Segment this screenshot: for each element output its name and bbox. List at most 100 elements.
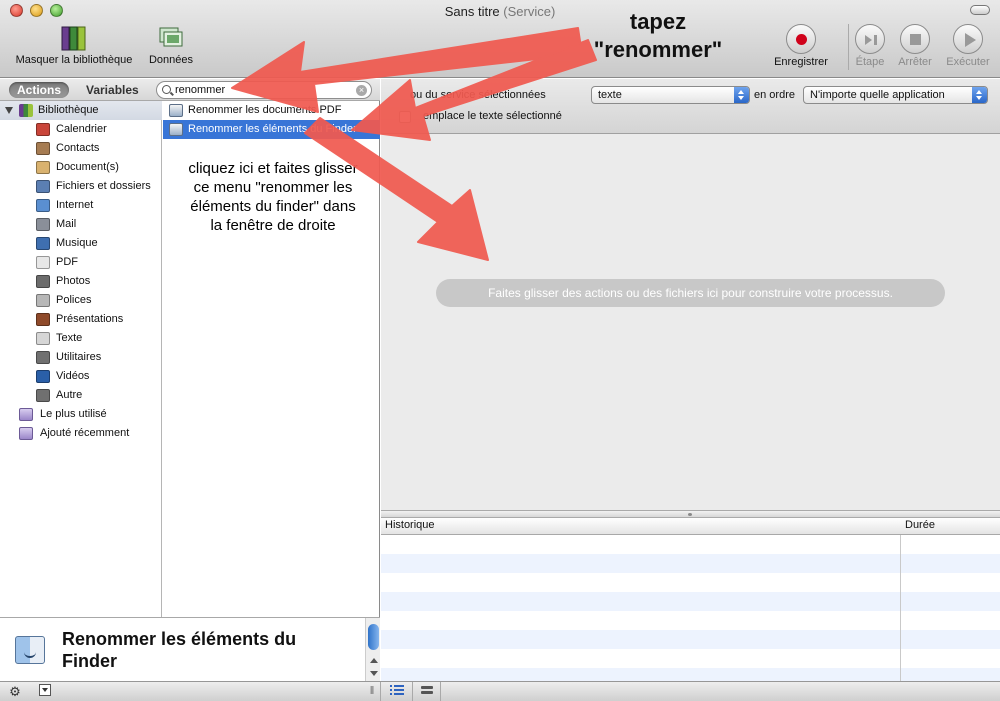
workflow-view-icon[interactable] — [418, 684, 436, 699]
split-view-divider[interactable] — [381, 510, 1000, 518]
popup-arrows-icon — [734, 87, 749, 103]
library-item[interactable]: Mail — [0, 215, 162, 234]
library-item[interactable]: Internet — [0, 196, 162, 215]
action-description: Renommer les éléments du Finder — [0, 617, 380, 682]
type-instruction-annotation: tapez "renommer" — [573, 8, 743, 64]
action-item-rename-pdf[interactable]: Renommer les documents PDF — [163, 101, 380, 120]
stop-button[interactable]: Arrêter — [894, 24, 936, 68]
library-item[interactable]: PDF — [0, 253, 162, 272]
library-item[interactable]: Vidéos — [0, 367, 162, 386]
fonts-icon — [36, 294, 50, 307]
type-instruction-line2: "renommer" — [593, 37, 723, 62]
library-item-label: Document(s) — [56, 161, 119, 173]
contacts-icon — [36, 142, 50, 155]
actions-list: Renommer les documents PDF Renommer les … — [163, 101, 380, 617]
smart-group-item[interactable]: Le plus utilisé — [0, 405, 162, 424]
description-scrollbar[interactable] — [365, 618, 380, 682]
tab-actions[interactable]: Actions — [9, 82, 70, 98]
application-popup[interactable]: N'importe quelle application — [803, 86, 988, 104]
library-item-label: Autre — [56, 389, 83, 401]
library-item[interactable]: Autre — [0, 386, 162, 405]
scroll-thumb[interactable] — [368, 624, 379, 650]
search-value: renommer — [175, 84, 226, 96]
library-item-label: Présentations — [56, 313, 124, 325]
table-row — [381, 554, 1000, 573]
smart-group-item[interactable]: Ajouté récemment — [0, 424, 162, 443]
action-item-rename-finder[interactable]: Renommer les éléments du Finder — [163, 120, 380, 139]
search-input[interactable]: renommer × — [156, 81, 372, 99]
library-item[interactable]: Contacts — [0, 139, 162, 158]
application-value: N'importe quelle application — [810, 89, 945, 101]
utilities-icon — [36, 351, 50, 364]
table-row — [381, 592, 1000, 611]
show-description-icon[interactable] — [38, 684, 52, 699]
video-icon — [36, 370, 50, 383]
smart-group-label: Le plus utilisé — [40, 408, 107, 420]
disclosure-triangle-icon[interactable] — [5, 107, 13, 114]
other-icon — [36, 389, 50, 402]
data-button[interactable]: Données — [146, 24, 196, 66]
library-item[interactable]: Fichiers et dossiers — [0, 177, 162, 196]
bottom-separator — [380, 682, 381, 701]
text-icon — [36, 332, 50, 345]
input-type-popup[interactable]: texte — [591, 86, 750, 104]
column-history[interactable]: Historique — [385, 519, 435, 531]
clear-search-icon[interactable]: × — [356, 85, 367, 96]
workflow-canvas[interactable]: Faites glisser des actions ou des fichie… — [381, 134, 1000, 510]
library-item-label: Internet — [56, 199, 94, 211]
library-item-label: Mail — [56, 218, 77, 230]
data-label: Données — [148, 54, 194, 66]
window-toolbar: Sans titre (Service) Masquer la biblioth… — [0, 0, 1000, 78]
scroll-up-icon[interactable] — [370, 658, 378, 663]
input-type-value: texte — [598, 89, 622, 101]
library-item-label: Utilitaires — [56, 351, 102, 363]
stop-label: Arrêter — [898, 56, 932, 68]
library-item[interactable]: Utilitaires — [0, 348, 162, 367]
window-title-text: Sans titre — [444, 4, 500, 19]
log-table-header: Historique Durée — [381, 518, 1000, 535]
library-item[interactable]: Polices — [0, 291, 162, 310]
pdf-icon — [36, 256, 50, 269]
smart-group-label: Ajouté récemment — [40, 427, 130, 439]
library-item-label: PDF — [56, 256, 78, 268]
type-instruction-line1: tapez — [629, 9, 687, 34]
library-icon — [19, 104, 33, 117]
hide-library-button[interactable]: Masquer la bibliothèque — [8, 24, 140, 66]
splitter-handle-icon[interactable] — [688, 513, 692, 516]
run-button[interactable]: Exécuter — [942, 24, 994, 68]
bottom-bar: ⚙ ‖ — [0, 681, 1000, 701]
record-button[interactable]: Enregistrer — [770, 24, 832, 68]
column-duration[interactable]: Durée — [905, 519, 935, 531]
table-row — [381, 630, 1000, 649]
library-item[interactable]: Photos — [0, 272, 162, 291]
list-view-icon[interactable] — [388, 684, 406, 699]
finder-icon — [15, 636, 45, 664]
document-icon — [36, 161, 50, 174]
toolbar-separator — [848, 24, 849, 70]
library-item[interactable]: Présentations — [0, 310, 162, 329]
library-root[interactable]: Bibliothèque — [0, 101, 162, 120]
library-item[interactable]: Calendrier — [0, 120, 162, 139]
step-button[interactable]: Étape — [852, 24, 888, 68]
step-icon — [855, 24, 885, 54]
scroll-down-icon[interactable] — [370, 671, 378, 676]
in-label: en ordre — [754, 89, 795, 101]
library-item-label: Texte — [56, 332, 83, 344]
replaces-selected-text-checkbox[interactable] — [399, 111, 411, 123]
library-item[interactable]: Texte — [0, 329, 162, 348]
library-item[interactable]: Musique — [0, 234, 162, 253]
action-item-label: Renommer les éléments du Finder — [188, 123, 357, 135]
bottom-separator — [412, 682, 413, 701]
smart-folder-icon — [19, 408, 33, 421]
tab-variables[interactable]: Variables — [78, 82, 147, 98]
photos-icon — [36, 275, 50, 288]
music-icon — [36, 237, 50, 250]
automator-action-icon — [169, 104, 183, 117]
gear-icon[interactable]: ⚙ — [4, 684, 26, 699]
folder-icon — [36, 180, 50, 193]
presentations-icon — [36, 313, 50, 326]
popup-arrows-icon — [972, 87, 987, 103]
library-item[interactable]: Document(s) — [0, 158, 162, 177]
drag-instruction-annotation: cliquez ici et faites glisser ce menu "r… — [188, 160, 358, 234]
resize-handle-icon[interactable]: ‖ — [365, 684, 379, 699]
